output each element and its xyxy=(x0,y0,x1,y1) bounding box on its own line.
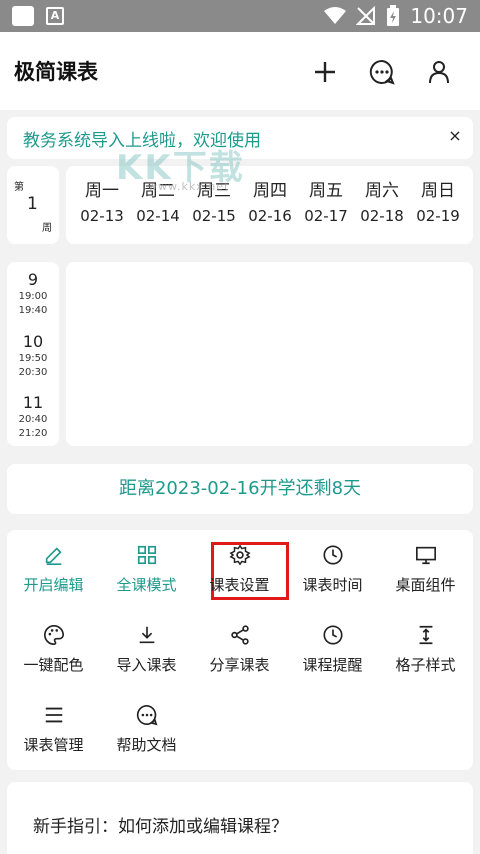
menu-label: 分享课表 xyxy=(209,656,270,674)
day-header-sun: 周日 02-19 xyxy=(410,179,466,229)
day-date: 02-17 xyxy=(304,207,348,225)
monitor-icon xyxy=(415,546,436,565)
app-notification-icon: A xyxy=(46,7,64,25)
guide-text: 新手指引：如何添加或编辑课程？ xyxy=(33,817,288,837)
signal-icon xyxy=(356,6,376,25)
app-header: 极简课表 xyxy=(0,32,480,110)
menu-share-button[interactable]: 分享课表 xyxy=(193,624,286,675)
chat-icon xyxy=(369,59,395,85)
user-icon xyxy=(429,61,449,84)
menu-label: 课表管理 xyxy=(23,736,84,754)
period-end: 20:30 xyxy=(18,367,48,378)
period-9: 9 19:00 19:40 xyxy=(7,270,59,318)
pencil-icon xyxy=(45,547,62,565)
clock-icon xyxy=(322,625,343,645)
menu-import-button[interactable]: 导入课表 xyxy=(100,624,193,675)
share-icon xyxy=(230,625,249,645)
download-icon xyxy=(139,626,154,644)
menu-manage-button[interactable]: 课表管理 xyxy=(7,704,100,755)
plus-icon xyxy=(315,62,335,82)
list-icon xyxy=(45,707,62,723)
clock-icon xyxy=(322,545,343,565)
menu-reminder-button[interactable]: 课程提醒 xyxy=(286,624,379,675)
week-selector[interactable]: 第 1 周 xyxy=(7,166,59,244)
menu-help-button[interactable]: 帮助文档 xyxy=(100,704,193,755)
menu-label: 一键配色 xyxy=(23,656,84,674)
close-icon[interactable]: × xyxy=(445,126,465,145)
battery-icon xyxy=(387,5,400,26)
day-date: 02-13 xyxy=(80,207,124,225)
menu-label: 开启编辑 xyxy=(23,576,84,594)
period-start: 20:40 xyxy=(18,414,48,425)
period-number: 10 xyxy=(22,332,44,351)
menu-widget-button[interactable]: 桌面组件 xyxy=(379,544,472,595)
message-button[interactable] xyxy=(364,54,400,90)
menu-edit-button[interactable]: 开启编辑 xyxy=(7,544,100,595)
menu-time-button[interactable]: 课表时间 xyxy=(286,544,379,595)
period-end: 19:40 xyxy=(18,305,48,316)
week-suffix: 周 xyxy=(42,223,52,234)
menu-label: 课表设置 xyxy=(209,576,270,594)
menu-label: 课程提醒 xyxy=(302,656,363,674)
schedule-grid[interactable] xyxy=(66,262,473,446)
day-name: 周日 xyxy=(421,181,455,201)
menu-label: 导入课表 xyxy=(116,656,177,674)
day-date: 02-18 xyxy=(360,207,404,225)
day-date: 02-19 xyxy=(416,207,460,225)
menu-color-button[interactable]: 一键配色 xyxy=(7,624,100,675)
day-date: 02-16 xyxy=(248,207,292,225)
day-name: 周六 xyxy=(365,181,399,201)
menu-cell-style-button[interactable]: 格子样式 xyxy=(379,624,472,675)
chat-icon xyxy=(136,705,157,726)
page-title: 极简课表 xyxy=(14,60,98,84)
day-name: 周四 xyxy=(253,181,287,201)
day-header-sat: 周六 02-18 xyxy=(354,179,410,229)
period-11: 11 20:40 21:20 xyxy=(7,393,59,441)
status-time: 10:07 xyxy=(410,4,468,28)
menu-settings-button[interactable]: 课表设置 xyxy=(193,544,286,595)
profile-button[interactable] xyxy=(421,54,457,90)
day-header-fri: 周五 02-17 xyxy=(298,179,354,229)
gear-icon xyxy=(228,544,251,566)
watermark-url: www.kkx.net xyxy=(148,180,230,193)
menu-label: 课表时间 xyxy=(302,576,363,594)
menu-label: 全课模式 xyxy=(116,576,177,594)
period-column: 9 19:00 19:40 10 19:50 20:30 11 20:40 21… xyxy=(7,262,59,446)
palette-icon xyxy=(43,625,64,645)
period-number: 9 xyxy=(27,270,39,289)
menu-full-mode-button[interactable]: 全课模式 xyxy=(100,544,193,595)
day-name: 周五 xyxy=(309,181,343,201)
guide-card[interactable]: 新手指引：如何添加或编辑课程？ xyxy=(7,782,473,854)
semester-countdown: 距离2023-02-16开学还剩8天 xyxy=(7,464,473,514)
period-start: 19:50 xyxy=(18,353,48,364)
menu-label: 帮助文档 xyxy=(116,736,177,754)
menu-label: 桌面组件 xyxy=(395,576,456,594)
day-header-thu: 周四 02-16 xyxy=(242,179,298,229)
week-prefix: 第 xyxy=(14,182,24,193)
period-end: 21:20 xyxy=(18,428,48,439)
menu-label: 格子样式 xyxy=(395,656,456,674)
height-icon xyxy=(419,625,432,645)
status-bar: A 10:07 xyxy=(0,0,480,32)
wifi-icon xyxy=(324,7,347,24)
week-number: 1 xyxy=(27,194,38,214)
period-10: 10 19:50 20:30 xyxy=(7,332,59,380)
period-start: 19:00 xyxy=(18,291,48,302)
day-date: 02-15 xyxy=(192,207,236,225)
period-number: 11 xyxy=(22,393,44,412)
add-button[interactable] xyxy=(307,54,343,90)
grid-icon xyxy=(137,545,156,565)
function-menu: 开启编辑 全课模式 课表设置 课表时间 桌面组件 一键配色 导入课表 分享课表 … xyxy=(7,530,473,770)
day-date: 02-14 xyxy=(136,207,180,225)
notification-icon xyxy=(12,6,34,26)
